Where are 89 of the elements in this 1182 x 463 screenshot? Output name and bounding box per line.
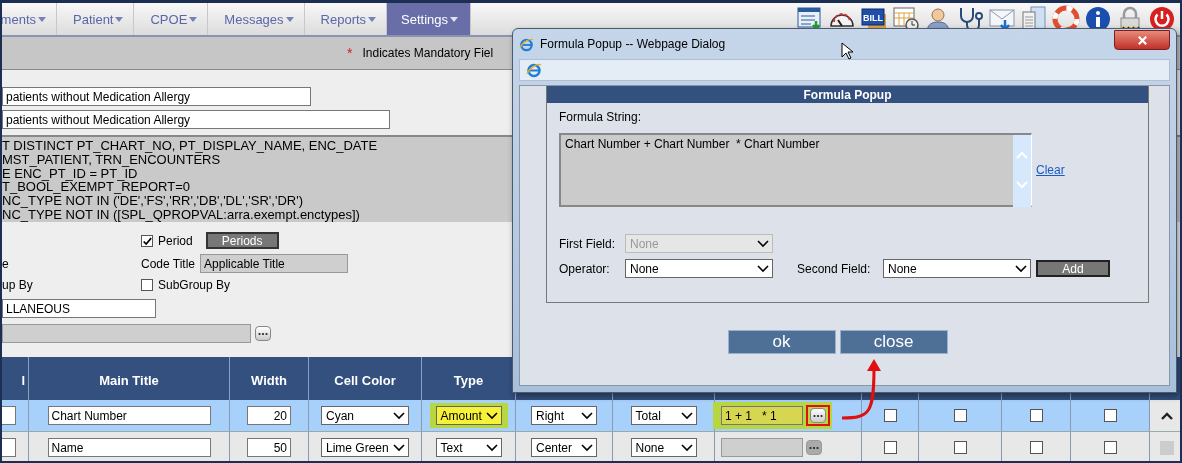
width-field[interactable]: 50 [247,438,291,457]
field-label: Formula String: [559,110,643,124]
dots-icon [813,413,823,418]
checkbox[interactable] [1103,409,1117,422]
browser-icon [526,62,542,78]
close-dialog-button[interactable]: close [839,330,948,354]
formula-text-area[interactable]: Chart Number + Chart Number * Chart Number [559,133,1032,207]
code-title-field[interactable]: Applicable Title [200,254,349,273]
more-button[interactable] [255,326,271,341]
type-select[interactable]: Amount [435,406,502,425]
required-mark: * [347,45,353,61]
field-label: up By [2,278,34,292]
menu-tab[interactable]: ments [2,3,57,35]
close-button[interactable] [1114,30,1170,50]
chevron-icon [581,443,593,452]
checkbox[interactable] [883,409,897,422]
cell-color-select[interactable]: Lime Green [321,438,409,457]
operator-select[interactable]: None [625,259,773,278]
caret-icon [368,16,377,22]
width-field[interactable]: 20 [247,406,291,425]
caret-icon [38,16,46,22]
chevron-icon [485,411,498,420]
align-select[interactable]: Center [531,438,597,457]
field-label: Second Field: [797,261,872,276]
chevron-icon [393,411,405,420]
input-field[interactable] [2,324,251,343]
checkbox-label: Period [158,233,193,248]
scroll-thumb[interactable] [1160,440,1174,455]
add-button[interactable]: Add [1036,260,1110,277]
field-label: e [2,256,10,271]
caret-icon [115,16,124,22]
checkbox[interactable] [141,279,153,291]
more-button[interactable] [806,440,822,455]
table-row[interactable]: Chart Number 20 Cyan Amount Right Total 1 + 1 * 1 [2,400,1180,432]
main-title-field[interactable]: Chart Number [47,406,211,425]
menu-tab[interactable]: Settings [387,3,472,35]
scroll-up-icon[interactable] [1160,410,1174,421]
total-select[interactable]: None [630,438,697,457]
report-name-field[interactable]: patients without Medication Allergy [2,87,311,106]
checkbox[interactable] [141,234,153,247]
menu-tab[interactable]: CPOE [134,3,209,35]
notice-text: Indicates Mandatory Fiel [362,46,494,60]
align-select[interactable]: Right [531,406,597,425]
second-field-select[interactable]: None [883,259,1031,278]
caret-icon [285,16,294,22]
ok-button[interactable]: ok [727,330,836,354]
chevron-icon [1015,264,1027,273]
total-select[interactable]: Total [630,406,697,425]
checkbox[interactable] [1103,441,1117,454]
clear-link[interactable]: Clear [1036,163,1065,177]
type-select[interactable]: Text [435,438,502,457]
menu-tab[interactable]: Messages [208,3,305,35]
chevron-icon [680,411,693,420]
checkbox[interactable] [953,441,967,454]
table-row[interactable]: Name 50 Lime Green Text Center None [2,432,1180,461]
panel-title: Formula Popup [547,86,1148,103]
checkbox[interactable] [953,409,967,422]
category-field[interactable]: LLANEOUS [2,299,156,318]
close-icon [1136,34,1148,46]
checkbox-label: SubGroup By [158,278,231,292]
input-field[interactable] [2,438,16,457]
caret-icon [189,16,198,22]
chevron-icon [581,411,593,420]
field-label: Operator: [559,261,611,276]
dialog-title: Formula Popup -- Webpage Dialog [540,37,726,51]
formula-field[interactable]: 1 + 1 * 1 [721,406,803,425]
chevron-icon [757,239,769,248]
input-field[interactable] [2,406,16,425]
main-title-field[interactable]: Name [47,438,211,457]
cursor-icon [841,42,853,60]
dots-icon [809,445,819,450]
dots-icon [258,331,268,336]
field-label: First Field: [559,236,616,251]
checkbox[interactable] [1029,441,1043,454]
menu-tab[interactable]: Patient [57,3,135,35]
chevron-icon [680,443,693,452]
checkbox[interactable] [883,441,897,454]
caret-icon [450,16,459,22]
browser-icon [519,36,534,52]
chevron-icon [485,443,498,452]
cell-color-select[interactable]: Cyan [321,406,409,425]
periods-button[interactable]: Periods [205,232,279,249]
scrollbar-icon[interactable] [1013,135,1031,207]
check-icon [142,235,152,247]
checkbox[interactable] [1029,409,1043,422]
chevron-icon [393,443,405,452]
report-title-field[interactable]: patients without Medication Allergy [2,110,390,129]
chevron-icon [757,264,769,273]
field-label: Code Title [141,256,196,271]
